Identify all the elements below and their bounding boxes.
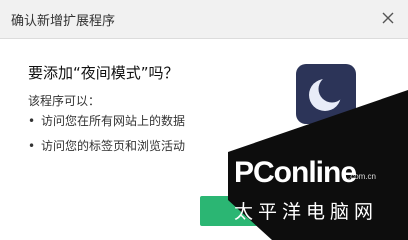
- extension-icon: [296, 64, 356, 124]
- permissions-intro: 该程序可以：: [28, 94, 101, 108]
- close-icon: [382, 12, 394, 24]
- pconline-watermark: PConline .com.cn 太平洋电脑网: [228, 152, 408, 240]
- bullet: •: [28, 139, 36, 153]
- dialog-title: 确认新增扩展程序: [11, 14, 116, 29]
- watermark-domain: .com.cn: [348, 172, 377, 181]
- watermark-brand: PConline: [234, 156, 357, 189]
- permission-item: • 访问您在所有网站上的数据: [28, 114, 185, 139]
- permission-item: • 访问您的标签页和浏览活动: [28, 139, 185, 164]
- dialog-titlebar: 确认新增扩展程序: [0, 0, 408, 39]
- install-question: 要添加“夜间模式”吗？: [28, 64, 179, 82]
- permissions-list: • 访问您在所有网站上的数据 • 访问您的标签页和浏览活动: [28, 114, 185, 164]
- bullet: •: [28, 114, 36, 128]
- close-button[interactable]: [375, 5, 401, 31]
- crescent-moon-icon: [309, 79, 341, 111]
- watermark-chinese: 太平洋电脑网: [234, 201, 379, 223]
- permission-text: 访问您的标签页和浏览活动: [41, 139, 186, 153]
- permission-text: 访问您在所有网站上的数据: [41, 114, 186, 128]
